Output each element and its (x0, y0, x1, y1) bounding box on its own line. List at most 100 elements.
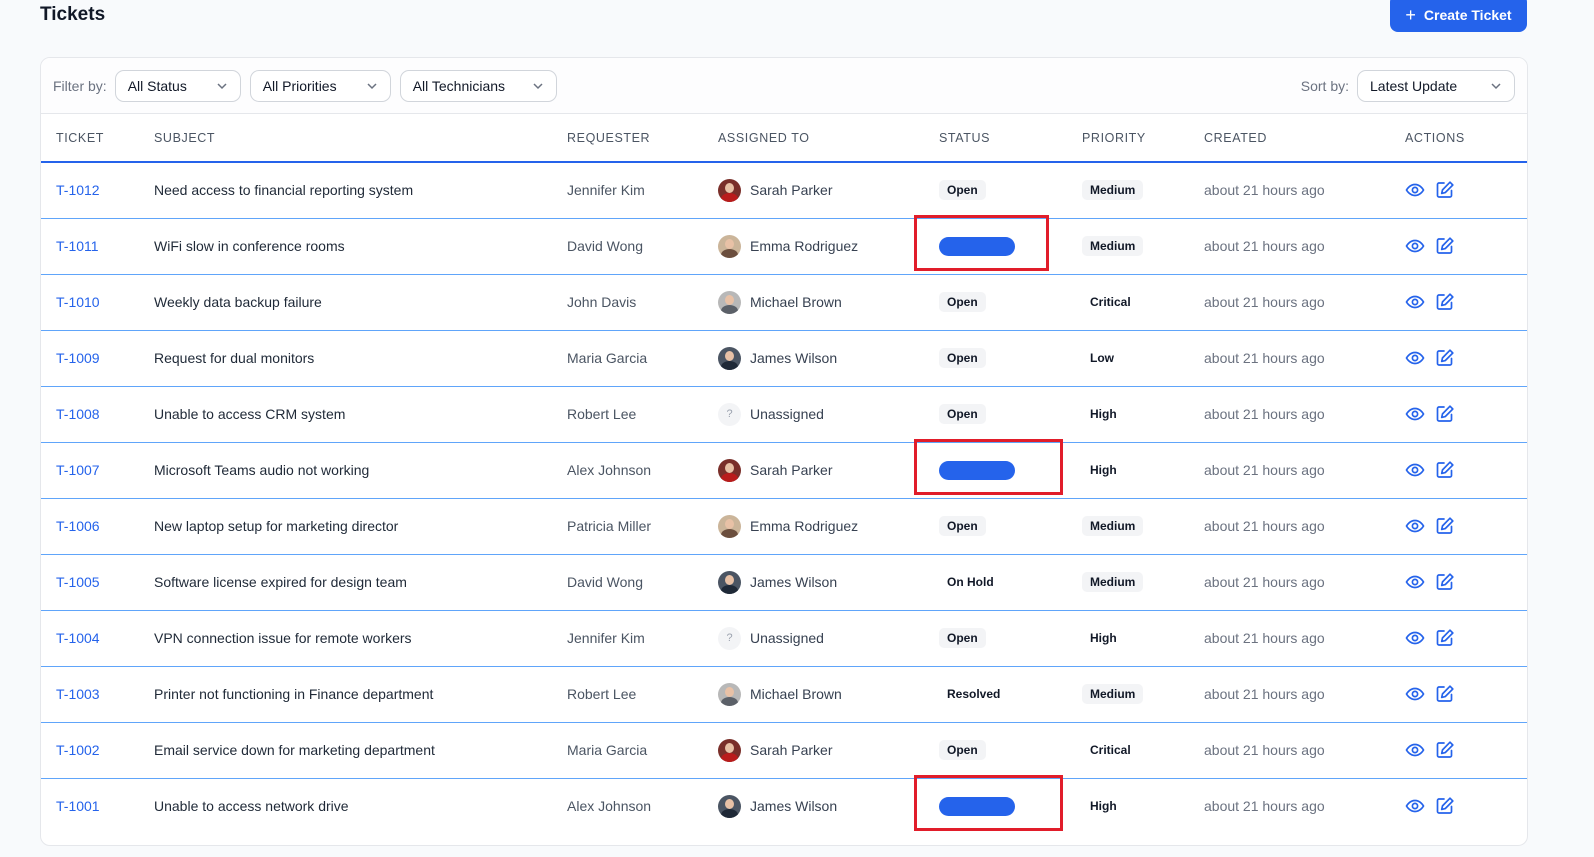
table-row[interactable]: T-1009 Request for dual monitors Maria G… (41, 330, 1527, 387)
edit-icon[interactable] (1435, 348, 1455, 368)
column-header-requester[interactable]: REQUESTER (552, 114, 703, 163)
view-eye-icon[interactable] (1405, 180, 1425, 200)
ticket-subject: Unable to access CRM system (154, 406, 346, 422)
status-badge[interactable] (939, 236, 1015, 256)
filter-bar: Filter by: All Status All Priorities All… (41, 58, 1527, 114)
column-header-assigned[interactable]: ASSIGNED TO (703, 114, 924, 163)
row-actions (1405, 180, 1527, 200)
edit-icon[interactable] (1435, 796, 1455, 816)
ticket-assignee: Michael Brown (718, 290, 924, 314)
status-badge[interactable] (939, 460, 1015, 480)
priority-badge: High (1090, 463, 1117, 477)
avatar (718, 570, 741, 594)
view-eye-icon[interactable] (1405, 796, 1425, 816)
table-row[interactable]: T-1011 WiFi slow in conference rooms Dav… (41, 214, 1527, 275)
column-header-status[interactable]: STATUS (924, 114, 1067, 163)
status-badge[interactable] (939, 796, 1015, 816)
chevron-down-icon (1491, 82, 1501, 89)
table-row[interactable]: T-1002 Email service down for marketing … (41, 722, 1527, 779)
ticket-id-link[interactable]: T-1009 (56, 350, 100, 366)
edit-icon[interactable] (1435, 180, 1455, 200)
ticket-id-link[interactable]: T-1003 (56, 686, 100, 702)
ticket-id-link[interactable]: T-1008 (56, 406, 100, 422)
assignee-name: James Wilson (750, 350, 838, 366)
edit-icon[interactable] (1435, 292, 1455, 312)
row-actions (1405, 460, 1527, 480)
sort-select[interactable]: Latest Update (1357, 69, 1515, 102)
ticket-id-link[interactable]: T-1004 (56, 630, 100, 646)
chevron-down-icon (367, 82, 377, 89)
view-eye-icon[interactable] (1405, 628, 1425, 648)
view-eye-icon[interactable] (1405, 292, 1425, 312)
table-row[interactable]: T-1001 Unable to access network drive Al… (41, 774, 1527, 834)
view-eye-icon[interactable] (1405, 236, 1425, 256)
ticket-id-link[interactable]: T-1005 (56, 574, 100, 590)
status-badge: Open (939, 348, 986, 368)
edit-icon[interactable] (1435, 572, 1455, 592)
row-actions (1405, 404, 1527, 424)
ticket-id-link[interactable]: T-1011 (56, 238, 99, 254)
ticket-assignee: Emma Rodriguez (718, 514, 924, 538)
ticket-id-link[interactable]: T-1006 (56, 518, 100, 534)
view-eye-icon[interactable] (1405, 404, 1425, 424)
table-row[interactable]: T-1006 New laptop setup for marketing di… (41, 498, 1527, 555)
priority-badge: Medium (1082, 180, 1144, 201)
ticket-id-link[interactable]: T-1012 (56, 182, 100, 198)
edit-icon[interactable] (1435, 516, 1455, 536)
priority-badge: Low (1090, 351, 1114, 365)
column-header-priority[interactable]: PRIORITY (1067, 114, 1189, 163)
ticket-subject: VPN connection issue for remote workers (154, 630, 412, 646)
view-eye-icon[interactable] (1405, 348, 1425, 368)
ticket-id-link[interactable]: T-1001 (56, 798, 100, 814)
edit-icon[interactable] (1435, 740, 1455, 760)
ticket-created: about 21 hours ago (1204, 294, 1325, 310)
ticket-subject: Request for dual monitors (154, 350, 315, 366)
table-row[interactable]: T-1003 Printer not functioning in Financ… (41, 666, 1527, 723)
column-header-subject[interactable]: SUBJECT (139, 114, 552, 163)
table-row[interactable]: T-1007 Microsoft Teams audio not working… (41, 438, 1527, 499)
technician-filter-value: All Technicians (412, 77, 506, 94)
status-filter-select[interactable]: All Status (114, 69, 241, 102)
column-header-ticket[interactable]: TICKET (41, 114, 139, 163)
filter-label: Filter by: (53, 77, 107, 94)
ticket-created: about 21 hours ago (1204, 238, 1325, 254)
table-row[interactable]: T-1004 VPN connection issue for remote w… (41, 610, 1527, 667)
view-eye-icon[interactable] (1405, 740, 1425, 760)
row-actions (1405, 796, 1527, 816)
assignee-name: Unassigned (750, 630, 824, 646)
ticket-created: about 21 hours ago (1204, 630, 1325, 646)
ticket-requester: Jennifer Kim (567, 182, 645, 199)
edit-icon[interactable] (1435, 684, 1455, 704)
ticket-subject: Printer not functioning in Finance depar… (154, 686, 434, 702)
table-row[interactable]: T-1010 Weekly data backup failure John D… (41, 274, 1527, 331)
table-row[interactable]: T-1008 Unable to access CRM system Rober… (41, 386, 1527, 443)
chevron-down-icon (217, 82, 227, 89)
table-row[interactable]: T-1005 Software license expired for desi… (41, 554, 1527, 611)
technician-filter-select[interactable]: All Technicians (399, 69, 557, 102)
ticket-requester: Patricia Miller (567, 518, 652, 534)
column-header-created[interactable]: CREATED (1189, 114, 1390, 163)
ticket-id-link[interactable]: T-1002 (56, 742, 100, 758)
assignee-name: Michael Brown (750, 294, 842, 310)
ticket-subject: Weekly data backup failure (154, 294, 322, 310)
ticket-id-link[interactable]: T-1007 (56, 462, 100, 478)
edit-icon[interactable] (1435, 236, 1455, 256)
table-row[interactable]: T-1012 Need access to financial reportin… (41, 162, 1527, 219)
view-eye-icon[interactable] (1405, 572, 1425, 592)
ticket-id-link[interactable]: T-1010 (56, 294, 100, 310)
priority-filter-select[interactable]: All Priorities (249, 69, 391, 102)
edit-icon[interactable] (1435, 628, 1455, 648)
avatar (718, 346, 741, 370)
edit-icon[interactable] (1435, 404, 1455, 424)
edit-icon[interactable] (1435, 460, 1455, 480)
table-header-row: TICKET SUBJECT REQUESTER ASSIGNED TO STA… (41, 114, 1527, 163)
view-eye-icon[interactable] (1405, 516, 1425, 536)
status-badge: Open (939, 292, 986, 312)
ticket-requester: David Wong (567, 574, 644, 590)
view-eye-icon[interactable] (1405, 684, 1425, 704)
ticket-subject: Microsoft Teams audio not working (154, 462, 370, 478)
ticket-subject: New laptop setup for marketing director (154, 518, 399, 534)
status-badge: Open (939, 180, 986, 201)
view-eye-icon[interactable] (1405, 460, 1425, 480)
create-ticket-button[interactable]: + Create Ticket (1390, 0, 1527, 32)
